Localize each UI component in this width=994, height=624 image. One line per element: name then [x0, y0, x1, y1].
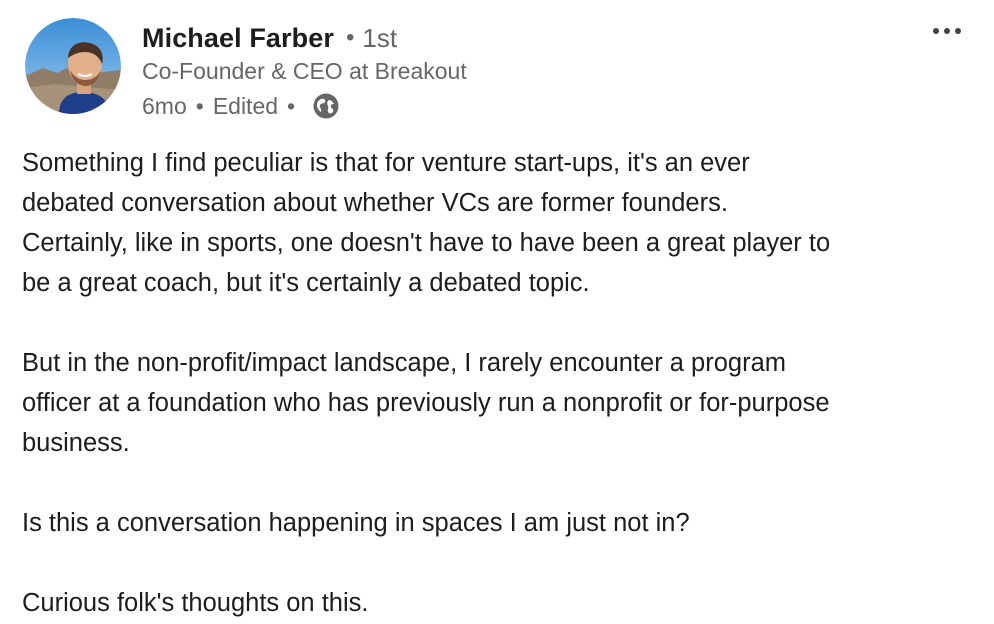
- separator-dot: •: [287, 92, 296, 119]
- more-options-button[interactable]: [928, 18, 966, 44]
- author-avatar[interactable]: [25, 18, 121, 114]
- post-paragraph-4: Curious folk's thoughts on this.: [22, 583, 977, 623]
- post-line: officer at a foundation who has previous…: [22, 389, 830, 417]
- edited-label: Edited: [212, 92, 279, 119]
- name-line: Michael Farber • 1st: [142, 20, 397, 56]
- globe-icon: [313, 93, 339, 119]
- post-body: Something I find peculiar is that for ve…: [22, 143, 977, 623]
- author-headline: Co-Founder & CEO at Breakout: [142, 58, 467, 84]
- post-line: debated conversation about whether VCs a…: [22, 189, 728, 217]
- connection-degree: 1st: [362, 22, 398, 53]
- author-name[interactable]: Michael Farber: [142, 23, 334, 54]
- post-header: Michael Farber • 1st Co-Founder & CEO at…: [0, 0, 994, 130]
- post-line: business.: [22, 429, 130, 457]
- post-paragraph-3: Is this a conversation happening in spac…: [22, 503, 977, 543]
- separator-dot: •: [345, 24, 355, 51]
- post-line: But in the non-profit/impact landscape, …: [22, 349, 786, 377]
- post-age[interactable]: 6mo: [142, 93, 187, 120]
- more-horizontal-icon: [933, 28, 961, 34]
- post-line: Something I find peculiar is that for ve…: [22, 149, 750, 177]
- separator-dot: •: [195, 92, 204, 119]
- post-paragraph-1: Something I find peculiar is that for ve…: [22, 143, 977, 303]
- post-meta: 6mo • Edited •: [142, 90, 340, 122]
- post-paragraph-2: But in the non-profit/impact landscape, …: [22, 343, 977, 463]
- post-line: be a great coach, but it's certainly a d…: [22, 269, 590, 297]
- post-line: Certainly, like in sports, one doesn't h…: [22, 229, 831, 257]
- post-line: Is this a conversation happening in spac…: [22, 509, 690, 537]
- post-line: Curious folk's thoughts on this.: [22, 589, 369, 617]
